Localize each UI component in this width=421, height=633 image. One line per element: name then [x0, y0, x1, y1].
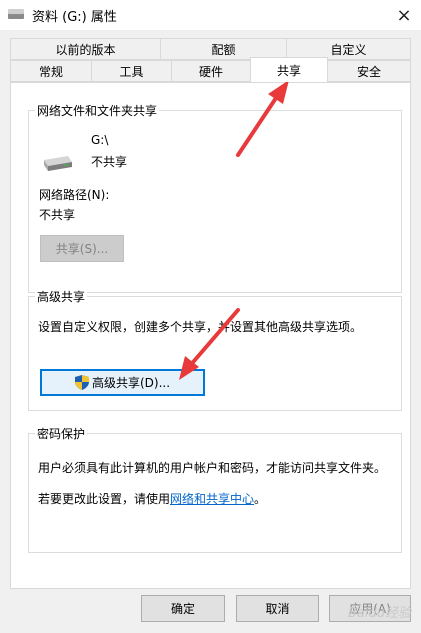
drive-share-status: 不共享 [91, 155, 128, 169]
tab-panel: 网络文件和文件夹共享 G:\ 不共享 网络路径(N): 不共享 共享(S)...… [10, 82, 411, 589]
network-share-title: 网络文件和文件夹共享 [35, 102, 160, 119]
tab-general[interactable]: 常规 [10, 60, 92, 82]
title-bar: 资料 (G:) 属性 × [0, 0, 421, 30]
close-icon: × [396, 4, 412, 26]
tab-security[interactable]: 安全 [327, 60, 411, 82]
password-change-text: 若要更改此设置，请使用 [38, 492, 171, 506]
network-path-value: 不共享 [39, 208, 76, 222]
advanced-share-button-label: 高级共享(D)... [91, 376, 171, 390]
advanced-share-group: 高级共享 设置自定义权限，创建多个共享，并设置其他高级共享选项。 高级共享(D)… [28, 288, 402, 411]
drive-label: G:\ [91, 133, 109, 147]
password-change-line: 若要更改此设置，请使用网络和共享中心。 [38, 490, 398, 507]
password-change-suffix: 。 [254, 492, 267, 506]
tab-previous-versions[interactable]: 以前的版本 [10, 38, 161, 60]
password-protection-description: 用户必须具有此计算机的用户帐户和密码，才能访问共享文件夹。 [38, 461, 387, 475]
password-protection-title: 密码保护 [35, 425, 88, 442]
watermark: Baidu经验 [348, 606, 411, 621]
password-protection-group: 密码保护 用户必须具有此计算机的用户帐户和密码，才能访问共享文件夹。 若要更改此… [28, 425, 402, 553]
close-button[interactable]: × [387, 0, 421, 30]
network-sharing-center-link[interactable]: 网络和共享中心 [170, 492, 254, 506]
network-share-group: 网络文件和文件夹共享 G:\ 不共享 网络路径(N): 不共享 共享(S)... [28, 102, 402, 293]
share-button[interactable]: 共享(S)... [40, 235, 124, 262]
window-title: 资料 (G:) 属性 [32, 10, 117, 25]
network-path-label: 网络路径(N): [39, 188, 110, 202]
advanced-share-button[interactable]: 高级共享(D)... [40, 369, 205, 396]
cancel-button[interactable]: 取消 [236, 595, 319, 622]
tab-sharing[interactable]: 共享 [250, 57, 328, 82]
drive-icon [44, 156, 72, 171]
advanced-share-description: 设置自定义权限，创建多个共享，并设置其他高级共享选项。 [38, 320, 363, 334]
uac-shield-icon [74, 375, 89, 390]
advanced-share-title: 高级共享 [35, 288, 88, 305]
tab-hardware[interactable]: 硬件 [171, 60, 251, 82]
tab-tools[interactable]: 工具 [91, 60, 172, 82]
drive-icon [8, 9, 24, 19]
ok-button[interactable]: 确定 [141, 595, 225, 622]
